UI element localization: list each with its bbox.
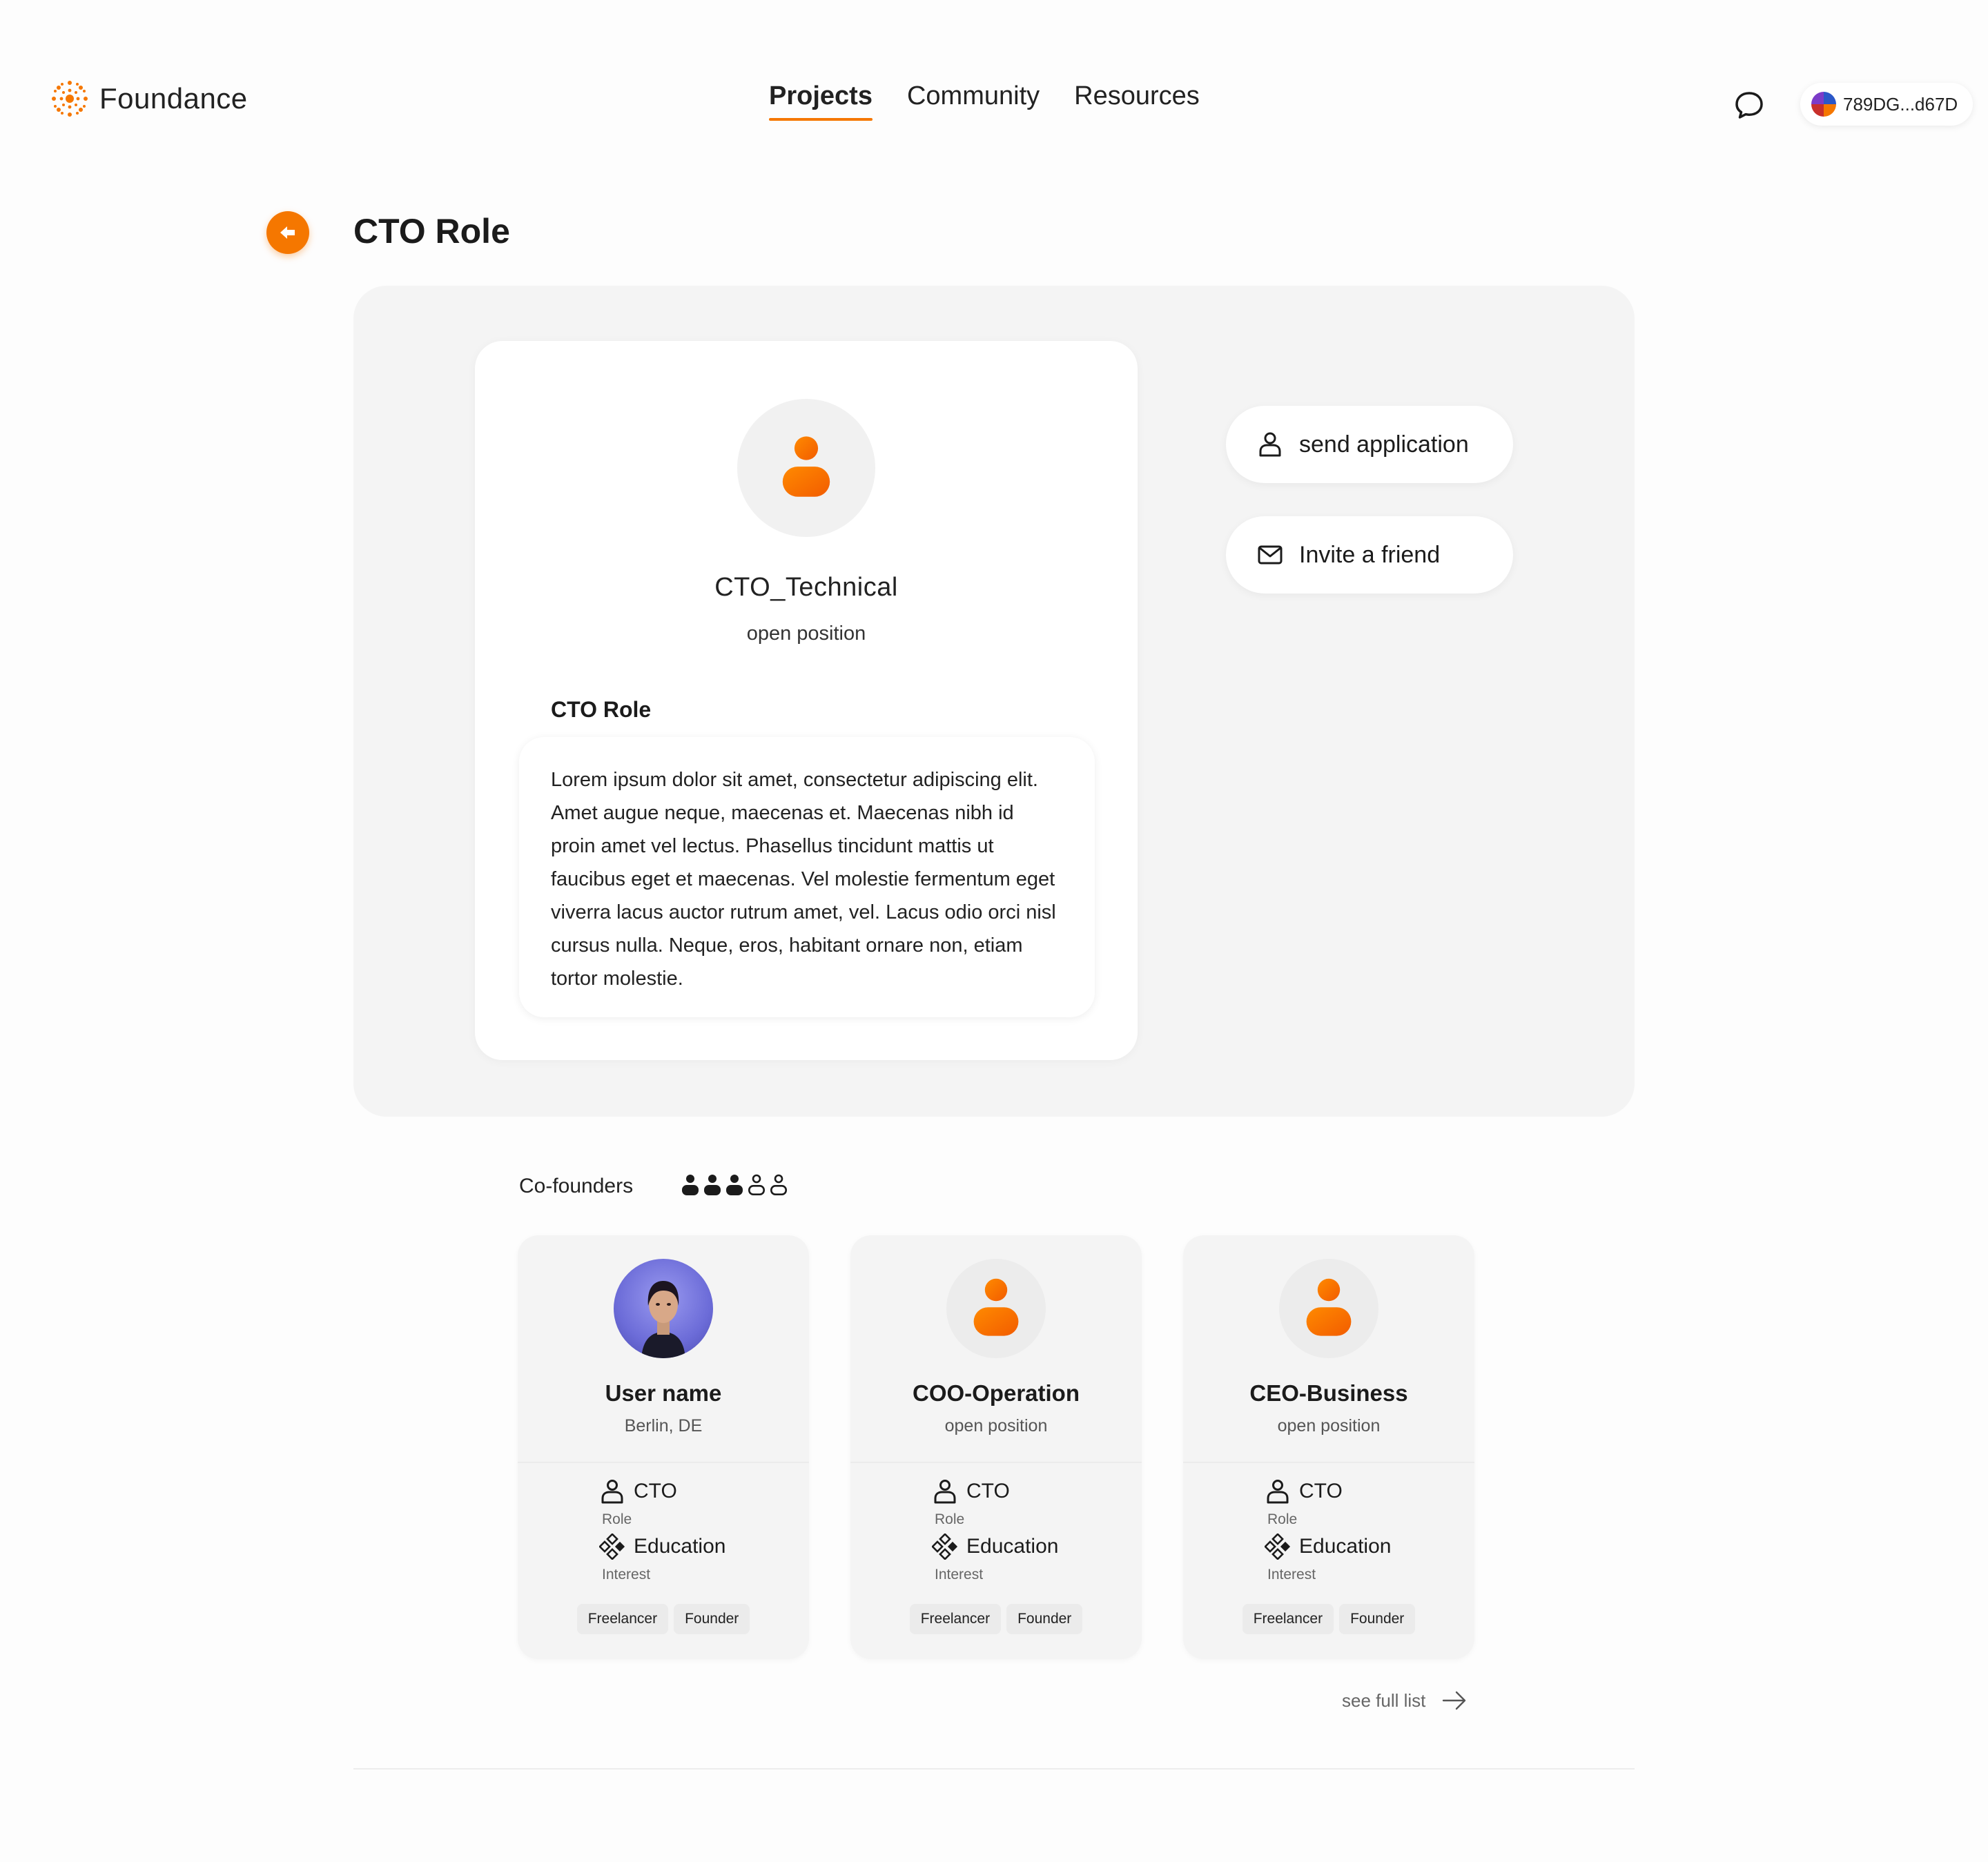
role-name: CTO_Technical bbox=[714, 573, 898, 602]
member-role: CTO bbox=[1265, 1478, 1343, 1505]
invite-friend-button[interactable]: Invite a friend bbox=[1226, 516, 1513, 594]
member-subtitle: Berlin, DE bbox=[624, 1416, 703, 1435]
member-interest-value: Education bbox=[634, 1535, 726, 1558]
member-interest: Education bbox=[1265, 1533, 1391, 1560]
main-nav: Projects Community Resources bbox=[769, 81, 1200, 121]
member-interest-caption: Interest bbox=[1267, 1567, 1316, 1582]
member-tags: Freelancer Founder bbox=[1183, 1604, 1474, 1634]
cofounder-empty-icon bbox=[770, 1174, 787, 1195]
diamonds-icon bbox=[1265, 1533, 1291, 1560]
send-application-label: send application bbox=[1299, 431, 1469, 458]
member-interest-caption: Interest bbox=[935, 1567, 984, 1582]
nav-community[interactable]: Community bbox=[907, 81, 1040, 121]
avatar bbox=[614, 1259, 713, 1358]
see-full-list-link[interactable]: see full list bbox=[1342, 1687, 1468, 1714]
member-interest-value: Education bbox=[966, 1535, 1059, 1558]
tag-freelancer: Freelancer bbox=[1242, 1604, 1334, 1634]
user-placeholder-icon bbox=[782, 436, 830, 497]
cofounders-label: Co-founders bbox=[519, 1175, 634, 1197]
invite-friend-label: Invite a friend bbox=[1299, 541, 1441, 568]
arrow-left-icon bbox=[280, 226, 295, 239]
role-status: open position bbox=[746, 623, 866, 645]
page-title: CTO Role bbox=[353, 212, 510, 251]
member-name: CEO-Business bbox=[1249, 1380, 1408, 1406]
member-role: CTO bbox=[599, 1478, 677, 1505]
cofounder-filled-icon bbox=[726, 1175, 743, 1195]
nav-resources[interactable]: Resources bbox=[1074, 81, 1200, 121]
cofounder-empty-icon bbox=[748, 1174, 765, 1195]
member-name: COO-Operation bbox=[912, 1380, 1080, 1406]
member-role: CTO bbox=[932, 1478, 1010, 1505]
mail-icon bbox=[1258, 545, 1283, 565]
member-role-value: CTO bbox=[966, 1480, 1010, 1502]
member-tags: Freelancer Founder bbox=[518, 1604, 809, 1634]
bottom-divider bbox=[353, 1768, 1635, 1770]
role-avatar bbox=[737, 399, 875, 537]
tag-founder: Founder bbox=[1006, 1604, 1083, 1634]
send-application-button[interactable]: send application bbox=[1226, 406, 1513, 483]
arrow-right-icon bbox=[1443, 1691, 1466, 1710]
role-card: CTO_Technical open position CTO Role Lor… bbox=[475, 341, 1138, 1060]
member-interest: Education bbox=[932, 1533, 1058, 1560]
logo[interactable]: Foundance bbox=[48, 77, 248, 120]
tag-freelancer: Freelancer bbox=[576, 1604, 669, 1634]
role-description-heading: CTO Role bbox=[551, 697, 652, 722]
user-add-icon bbox=[1259, 432, 1281, 457]
diamonds-icon bbox=[599, 1533, 625, 1560]
user-placeholder-icon bbox=[973, 1278, 1019, 1336]
member-subtitle: open position bbox=[1277, 1416, 1381, 1435]
avatar bbox=[946, 1259, 1046, 1358]
member-name: User name bbox=[605, 1380, 722, 1406]
cofounders-slots bbox=[681, 1173, 788, 1197]
avatar bbox=[1279, 1259, 1378, 1358]
member-tags: Freelancer Founder bbox=[850, 1604, 1142, 1634]
member-subtitle: open position bbox=[944, 1416, 1048, 1435]
wallet-avatar bbox=[1811, 92, 1836, 117]
see-full-list-label: see full list bbox=[1342, 1689, 1426, 1711]
role-description-box: Lorem ipsum dolor sit amet, consectetur … bbox=[519, 737, 1095, 1017]
wallet-button[interactable]: 789DG...d67D bbox=[1800, 83, 1974, 126]
user-placeholder-icon bbox=[1306, 1278, 1352, 1336]
cofounder-filled-icon bbox=[704, 1175, 721, 1195]
member-interest-value: Education bbox=[1299, 1535, 1392, 1558]
member-interest-caption: Interest bbox=[602, 1567, 651, 1582]
cofounder-filled-icon bbox=[682, 1175, 699, 1195]
chat-bubble-icon bbox=[1735, 92, 1763, 119]
member-role-caption: Role bbox=[1267, 1511, 1298, 1527]
member-role-value: CTO bbox=[1299, 1480, 1343, 1502]
member-interest: Education bbox=[599, 1533, 725, 1560]
role-description: Lorem ipsum dolor sit amet, consectetur … bbox=[551, 769, 1056, 990]
member-role-value: CTO bbox=[634, 1480, 677, 1502]
member-card[interactable]: COO-Operation open position CTO Role Edu… bbox=[850, 1235, 1142, 1659]
user-icon bbox=[934, 1480, 956, 1504]
card-divider bbox=[850, 1462, 1142, 1463]
member-role-caption: Role bbox=[602, 1511, 632, 1527]
card-divider bbox=[518, 1462, 809, 1463]
member-card[interactable]: CEO-Business open position CTO Role Educ… bbox=[1183, 1235, 1474, 1659]
user-icon bbox=[601, 1480, 623, 1504]
nav-projects[interactable]: Projects bbox=[769, 81, 873, 121]
member-card[interactable]: User name Berlin, DE CTO Role Education … bbox=[518, 1235, 809, 1659]
user-photo-icon bbox=[641, 1281, 685, 1358]
logo-text: Foundance bbox=[99, 82, 248, 115]
sun-dots-icon bbox=[52, 81, 88, 117]
tag-founder: Founder bbox=[674, 1604, 750, 1634]
tag-freelancer: Freelancer bbox=[909, 1604, 1002, 1634]
back-button[interactable] bbox=[266, 211, 309, 254]
diamonds-icon bbox=[932, 1533, 958, 1560]
card-divider bbox=[1183, 1462, 1474, 1463]
member-role-caption: Role bbox=[935, 1511, 965, 1527]
tag-founder: Founder bbox=[1339, 1604, 1416, 1634]
chat-button[interactable] bbox=[1733, 88, 1766, 121]
user-icon bbox=[1267, 1480, 1289, 1504]
wallet-address: 789DG...d67D bbox=[1843, 93, 1958, 115]
